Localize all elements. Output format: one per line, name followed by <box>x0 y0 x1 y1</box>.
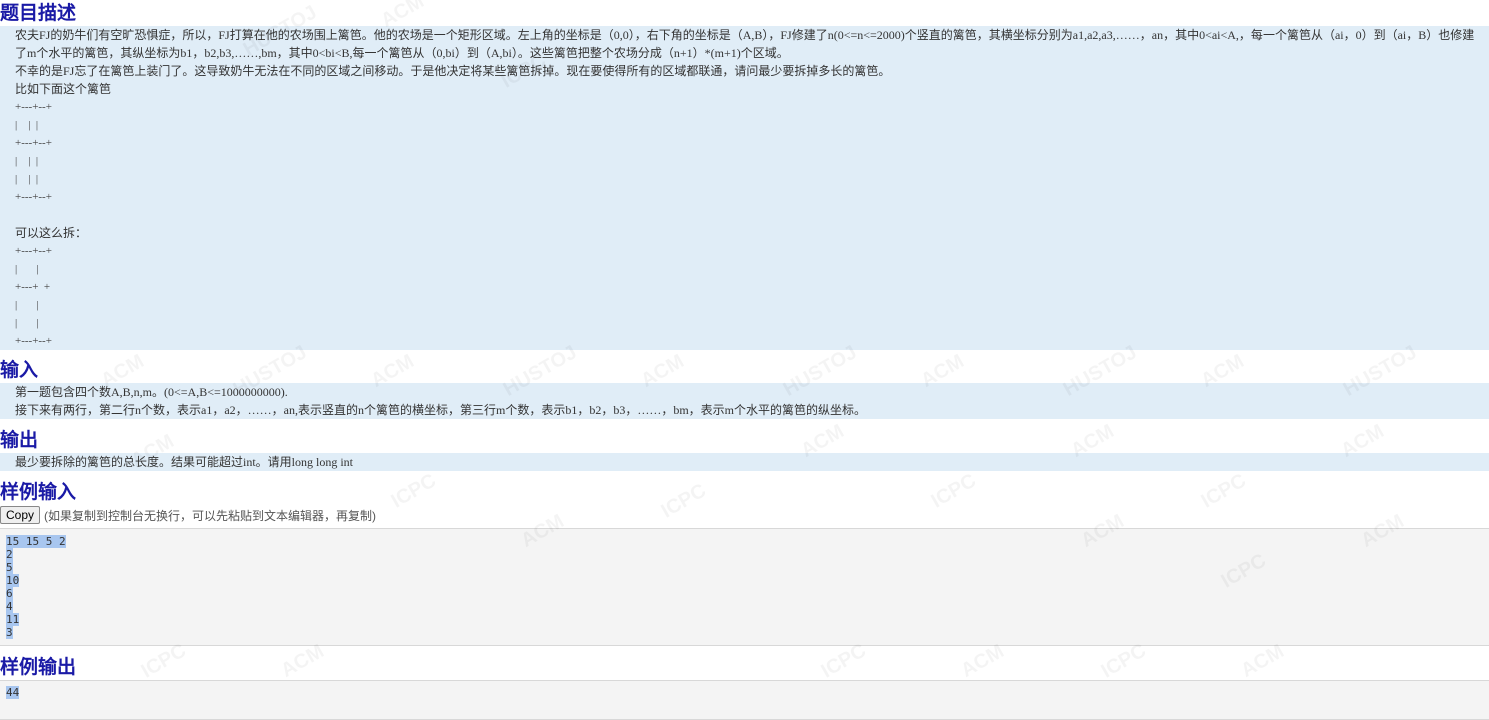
fence-diagram-line: +---+--+ <box>15 137 52 149</box>
description-heading: 题目描述 <box>0 2 77 24</box>
fence-diagram-line: | | | <box>15 173 39 185</box>
input-line: 第一题包含四个数A,B,n,m。(0<=A,B<=1000000000). <box>15 385 288 399</box>
sample-input-line: 10 <box>6 574 20 587</box>
sample-input-line: 2 <box>6 548 13 561</box>
copy-hint: (如果复制到控制台无换行，可以先粘贴到文本编辑器，再复制) <box>44 508 377 523</box>
input-line: 接下来有两行，第二行n个数，表示a1，a2，……，an,表示竖直的n个篱笆的横坐… <box>15 403 866 417</box>
description-content: 农夫FJ的奶牛们有空旷恐惧症，所以，FJ打算在他的农场围上篱笆。他的农场是一个矩… <box>0 26 1489 350</box>
fence-diagram-line: +---+--+ <box>15 335 52 347</box>
sample-input-line: 5 <box>6 561 13 574</box>
description-line: 比如下面这个篱笆 <box>15 82 112 96</box>
input-content: 第一题包含四个数A,B,n,m。(0<=A,B<=1000000000). 接下… <box>0 383 1489 419</box>
sample-input-box[interactable]: 15 15 5 2 2 5 10 6 4 11 3 <box>0 528 1489 646</box>
sample-input-line: 15 15 5 2 <box>6 535 66 548</box>
copy-button[interactable]: Copy <box>0 506 41 524</box>
description-line: 了m个水平的篱笆，其纵坐标为b1，b2,b3,……,bm，其中0<bi<B,每一… <box>15 46 789 60</box>
fence-diagram-line: | | | <box>15 119 39 131</box>
output-line: 最少要拆除的篱笆的总长度。结果可能超过int。请用long long int <box>15 455 354 469</box>
fence-diagram-line: | | <box>15 263 39 275</box>
sample-output-heading: 样例输出 <box>0 656 77 678</box>
sample-input-heading: 样例输入 <box>0 481 77 503</box>
fence-diagram-line: | | <box>15 299 39 311</box>
fence-diagram-line: +---+ + <box>15 281 51 293</box>
fence-diagram-line: +---+--+ <box>15 245 52 257</box>
fence-diagram-line: | | <box>15 317 39 329</box>
sample-output-section: 样例输出 44 <box>0 654 1489 720</box>
input-heading: 输入 <box>0 359 39 381</box>
output-heading: 输出 <box>0 429 39 451</box>
fence-diagram-line: +---+--+ <box>15 101 52 113</box>
description-line: 可以这么拆： <box>15 226 88 240</box>
sample-input-line: 4 <box>6 600 13 613</box>
sample-input-line: 11 <box>6 613 20 626</box>
input-section: 输入 第一题包含四个数A,B,n,m。(0<=A,B<=1000000000).… <box>0 357 1489 419</box>
output-section: 输出 最少要拆除的篱笆的总长度。结果可能超过int。请用long long in… <box>0 427 1489 471</box>
sample-input-line: 3 <box>6 626 13 639</box>
sample-input-line: 6 <box>6 587 13 600</box>
fence-diagram-line: | | | <box>15 155 39 167</box>
description-line: 农夫FJ的奶牛们有空旷恐惧症，所以，FJ打算在他的农场围上篱笆。他的农场是一个矩… <box>15 28 1475 42</box>
output-content: 最少要拆除的篱笆的总长度。结果可能超过int。请用long long int <box>0 453 1489 471</box>
description-line: 不幸的是FJ忘了在篱笆上装门了。这导致奶牛无法在不同的区域之间移动。于是他决定将… <box>15 64 891 78</box>
fence-diagram-line: +---+--+ <box>15 191 52 203</box>
description-section: 题目描述 农夫FJ的奶牛们有空旷恐惧症，所以，FJ打算在他的农场围上篱笆。他的农… <box>0 0 1489 350</box>
sample-output-line: 44 <box>6 686 20 699</box>
copy-row: Copy (如果复制到控制台无换行，可以先粘贴到文本编辑器，再复制) <box>0 505 1489 525</box>
sample-output-box[interactable]: 44 <box>0 680 1489 720</box>
sample-input-section: 样例输入 Copy (如果复制到控制台无换行，可以先粘贴到文本编辑器，再复制) … <box>0 479 1489 646</box>
